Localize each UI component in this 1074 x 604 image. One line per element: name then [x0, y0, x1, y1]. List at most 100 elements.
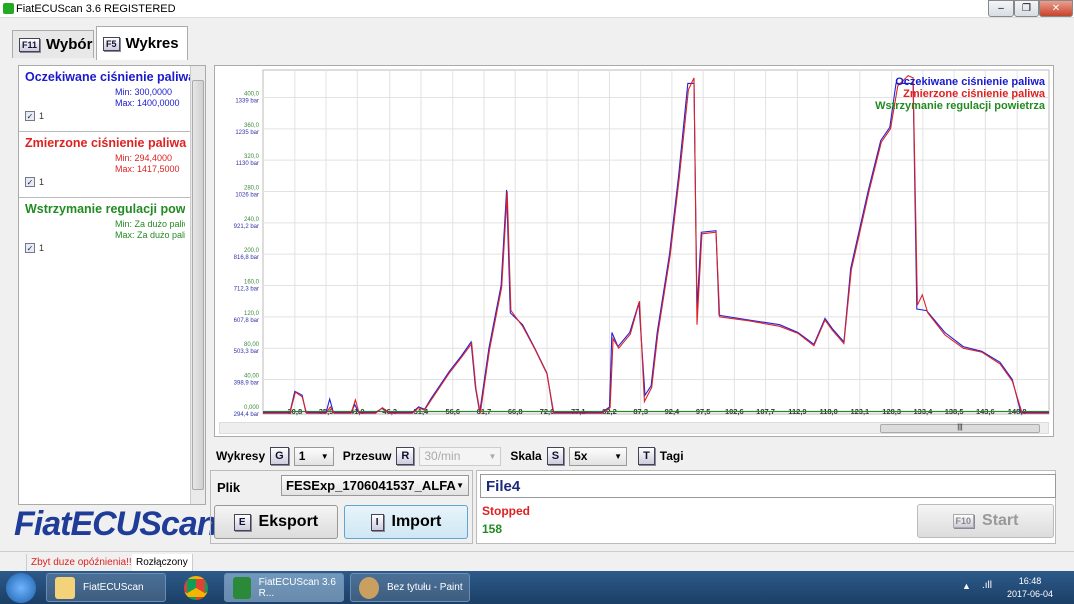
skala-key[interactable]: S	[546, 447, 565, 465]
select-value: 5x	[574, 449, 588, 463]
scrollbar-thumb[interactable]	[192, 80, 204, 490]
signal-min: Min: 294,4000	[115, 153, 173, 163]
y-tick-label: 200,0	[244, 248, 260, 254]
paint-icon	[359, 576, 379, 599]
y-tick-label-bar: 1235 bar	[235, 130, 259, 136]
signal-max: Max: 1400,0000	[115, 98, 180, 108]
close-button[interactable]: ✕	[1039, 0, 1073, 17]
signal-min: Min: Za dużo paliw	[115, 219, 185, 229]
skala-select[interactable]: 5x ▼	[569, 446, 628, 466]
import-key: I	[370, 513, 384, 531]
y-tick-label-bar: 921,2 bar	[234, 224, 259, 230]
y-tick-label-bar: 1339 bar	[235, 99, 259, 105]
chart-scrollbar[interactable]: |||	[219, 422, 1049, 434]
chevron-down-icon: ▼	[614, 451, 623, 461]
przesuw-key[interactable]: R	[396, 447, 415, 465]
start-menu-button[interactable]	[6, 573, 36, 603]
plot-area	[262, 69, 1050, 415]
tab-label: Wybór	[46, 36, 93, 53]
y-tick-label-bar: 1026 bar	[235, 193, 259, 199]
signal-list-scrollbar[interactable]	[190, 66, 205, 504]
signal-item[interactable]: Wstrzymanie regulacji powietr Min: Za du…	[19, 198, 191, 264]
signal-checkbox[interactable]: ✓	[25, 243, 35, 253]
taskbar-item-paint[interactable]: Bez tytułu - Paint	[350, 573, 470, 602]
warning-status: Zbyt duze opóźnienia!!!	[26, 554, 140, 572]
chart-legend: Oczekiwane ciśnienie paliwa Zmierzone ci…	[875, 76, 1045, 112]
fiatecuscan-logo: FiatECUScan	[14, 505, 217, 543]
folder-icon	[55, 576, 75, 599]
chevron-down-icon: ▼	[320, 451, 329, 461]
y-tick-label-bar: 712,3 bar	[234, 287, 259, 293]
import-button[interactable]: I Import	[344, 505, 468, 539]
y-tick-label-bar: 398,9 bar	[234, 381, 259, 387]
file-panel: Plik FESExp_1706041537_ALFA ▼ E Eksport I…	[210, 470, 473, 544]
wykresy-select[interactable]: 1 ▼	[293, 446, 334, 466]
maximize-button[interactable]: ❐	[1014, 0, 1039, 17]
scrollbar-thumb[interactable]: |||	[880, 424, 1040, 433]
app-icon	[3, 3, 14, 14]
y-tick-label: 40,00	[244, 374, 260, 380]
signal-max: Max: Za dużo paliv	[115, 230, 185, 240]
taskbar-label: FiatECUScan	[83, 582, 144, 593]
signal-min: Min: 300,0000	[115, 87, 173, 97]
tab-label: Wykres	[125, 35, 179, 52]
y-tick-label: 320,0	[244, 154, 260, 160]
legend-item: Wstrzymanie regulacji powietrza	[875, 100, 1045, 112]
legend-item: Oczekiwane ciśnienie paliwa	[895, 76, 1045, 88]
tab-wybor[interactable]: F11 Wybór	[12, 30, 94, 58]
export-button[interactable]: E Eksport	[214, 505, 338, 539]
signal-checkbox[interactable]: ✓	[25, 111, 35, 121]
sample-count: 158	[482, 522, 503, 536]
y-tick-label-bar: 816,8 bar	[234, 255, 259, 261]
title-bar: FiatECUScan 3.6 REGISTERED – ❐ ✕	[0, 0, 1074, 18]
tab-wykres[interactable]: F5 Wykres	[96, 26, 188, 60]
y-tick-label: 160,0	[244, 280, 260, 286]
file-select[interactable]: FESExp_1706041537_ALFA ▼	[281, 475, 469, 496]
wykresy-key[interactable]: G	[270, 447, 289, 465]
taskbar: FiatECUScan FiatECUScan 3.6 R... Bez tyt…	[0, 571, 1074, 604]
export-key: E	[233, 513, 251, 531]
start-button[interactable]: F10 Start	[917, 504, 1054, 538]
y-tick-label: 240,0	[244, 217, 260, 223]
clock-date[interactable]: 2017-06-04	[1005, 589, 1055, 599]
chrome-icon[interactable]	[184, 576, 208, 600]
taskbar-item-explorer[interactable]: FiatECUScan	[46, 573, 166, 602]
tab-key: F5	[103, 36, 120, 51]
tab-key: F11	[19, 37, 41, 52]
y-tick-label: 400,0	[244, 92, 260, 98]
start-label: Start	[982, 512, 1019, 529]
przesuw-label: Przesuw	[342, 449, 392, 463]
y-tick-label: 0,000	[244, 405, 260, 411]
chart-panel: 0,000 294,4 bar 40,00 398,9 bar 80,00 503,3 b…	[214, 65, 1054, 437]
file-label: Plik	[217, 480, 241, 495]
y-tick-label: 360,0	[244, 123, 260, 129]
select-value: 30/min	[424, 449, 461, 463]
import-label: Import	[391, 513, 442, 530]
clock-time[interactable]: 16:48	[1005, 576, 1055, 586]
y-tick-label-bar: 503,3 bar	[234, 349, 259, 355]
app-icon	[233, 576, 251, 599]
signal-item[interactable]: Zmierzone ciśnienie paliwa Min: 294,4000…	[19, 132, 205, 198]
signal-item[interactable]: Oczekiwane ciśnienie paliwa Min: 300,000…	[19, 66, 205, 132]
y-tick-label: 120,0	[244, 311, 260, 317]
tray-arrow-icon[interactable]: ▲	[962, 581, 971, 591]
checkbox-label: 1	[39, 177, 45, 187]
status-bar: Zbyt duze opóźnienia!!! Rozłączony	[0, 551, 1074, 572]
run-state: Stopped	[482, 504, 530, 518]
connection-status: Rozłączony	[132, 554, 193, 572]
filename-field[interactable]: File4	[480, 474, 1056, 498]
y-tick-label: 280,0	[244, 186, 260, 192]
y-tick-label-bar: 1130 bar	[236, 161, 259, 167]
y-tick-label: 80,00	[244, 342, 260, 348]
przesuw-select[interactable]: 30/min ▼	[419, 446, 502, 466]
tagi-label: Tagi	[659, 449, 684, 463]
tagi-key[interactable]: T	[638, 447, 655, 465]
taskbar-item-fiatecuscan[interactable]: FiatECUScan 3.6 R...	[224, 573, 344, 602]
export-label: Eksport	[258, 513, 319, 530]
signal-checkbox[interactable]: ✓	[25, 177, 35, 187]
chevron-down-icon: ▼	[456, 481, 464, 490]
minimize-button[interactable]: –	[988, 0, 1014, 17]
taskbar-label: Bez tytułu - Paint	[387, 582, 463, 593]
signal-icon[interactable]: .ıll	[982, 580, 992, 591]
chart-controls: Wykresy G 1 ▼ Przesuw R 30/min ▼ Skala S 5…	[216, 446, 684, 466]
